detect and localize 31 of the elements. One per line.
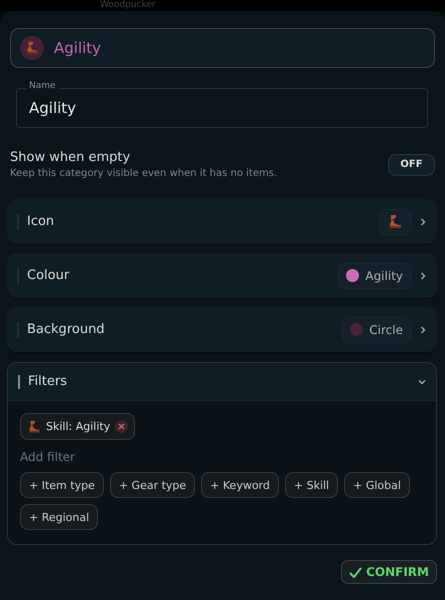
value-pill: Circle <box>342 316 411 342</box>
filters-header[interactable]: Filters <box>8 363 436 401</box>
setting-row[interactable]: Icon <box>7 199 437 244</box>
check-icon <box>349 566 362 578</box>
setting-row[interactable]: Colour Agility <box>7 253 437 298</box>
category-title: Agility <box>54 39 102 57</box>
confirm-button[interactable]: CONFIRM <box>341 560 437 584</box>
chip-label: Skill: Agility <box>46 420 110 433</box>
name-field[interactable]: Agility <box>16 88 428 128</box>
add-filter-button[interactable]: + Skill <box>284 472 338 498</box>
add-filter-label: Add filter <box>20 450 76 464</box>
chevron-right-icon <box>419 218 427 226</box>
setting-description: Keep this category visible even when it has no items. <box>10 168 278 179</box>
field-label: Name <box>26 81 59 91</box>
add-filter-button[interactable]: + Gear type <box>110 472 196 498</box>
setting-row[interactable]: Background Circle <box>7 307 437 352</box>
boot-icon <box>387 214 403 230</box>
toggle-switch[interactable]: OFF <box>388 154 435 176</box>
remove-icon[interactable] <box>115 420 128 433</box>
add-filter-button[interactable]: + Keyword <box>201 472 279 498</box>
boot-icon <box>25 41 39 55</box>
chevron-right-icon <box>419 272 427 280</box>
setting-label: Show when empty <box>10 150 132 165</box>
add-filter-button[interactable]: + Global <box>344 472 410 498</box>
add-filter-button[interactable]: + Regional <box>20 504 98 530</box>
list-item-title: Woodpucker <box>100 0 156 10</box>
chevron-right-icon <box>419 326 427 334</box>
add-filter-button[interactable]: + Item type <box>20 472 104 498</box>
value-pill: Agility <box>338 262 411 288</box>
boot-icon <box>27 420 41 434</box>
chevron-down-icon <box>418 378 426 386</box>
